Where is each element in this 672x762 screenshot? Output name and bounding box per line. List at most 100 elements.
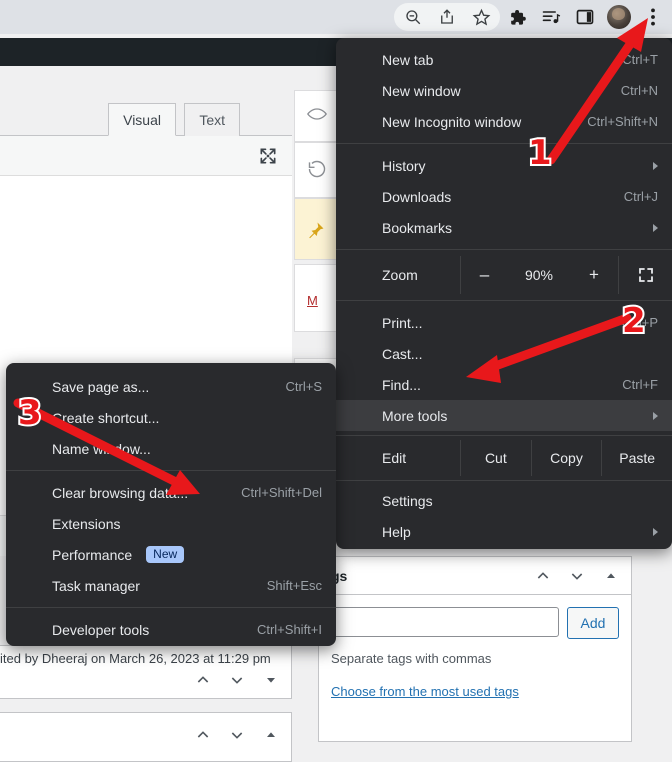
chevron-right-icon [653,223,658,232]
toggle-expand-icon[interactable] [603,568,619,584]
menu-item-help[interactable]: Help [336,516,672,547]
zoom-in-button[interactable]: + [570,256,618,294]
edit-copy-button[interactable]: Copy [530,440,602,476]
menu-item-more-tools[interactable]: More tools [336,400,672,431]
menu-item-accel: Ctrl+P [621,315,658,330]
more-tools-submenu: Save page as... Ctrl+S Create shortcut..… [6,363,336,646]
menu-item-label: New tab [382,51,434,68]
menu-item-settings[interactable]: Settings [336,485,672,516]
zoom-out-icon[interactable] [396,3,430,31]
chevron-right-icon [653,161,658,170]
submenu-item-clear-browsing-data[interactable]: Clear browsing data... Ctrl+Shift+Del [6,477,336,508]
menu-separator [336,143,672,144]
menu-item-accel: Ctrl+F [622,377,658,392]
menu-item-label: New Incognito window [382,113,522,130]
menu-item-new-window[interactable]: New window Ctrl+N [336,75,672,106]
submenu-item-save-page-as[interactable]: Save page as... Ctrl+S [6,371,336,402]
menu-item-label: Print... [382,314,423,331]
menu-item-print[interactable]: Print... Ctrl+P [336,307,672,338]
tag-entry-row: Add [331,607,619,639]
side-panel-icon[interactable] [568,3,602,31]
toggle-collapse-icon[interactable] [263,672,279,688]
extensions-puzzle-icon[interactable] [500,3,534,31]
profile-avatar[interactable] [602,3,636,31]
move-up-icon[interactable] [195,727,211,743]
menu-item-cast[interactable]: Cast... [336,338,672,369]
zoom-label: Zoom [382,267,418,283]
menu-item-label: Developer tools [52,621,150,638]
menu-item-label: Find... [382,376,421,393]
menu-item-label: New window [382,82,461,99]
editor-toolbar [0,136,292,176]
menu-item-history[interactable]: History [336,150,672,181]
menu-item-accel: Ctrl+J [623,189,658,204]
secondary-meta-panel [0,712,292,762]
editor-tab-bar: Visual Text [0,96,292,136]
submenu-item-task-manager[interactable]: Task manager Shift+Esc [6,570,336,601]
submenu-item-performance[interactable]: Performance New [6,539,336,570]
revision-meta-panel: ited by Dheeraj on March 26, 2023 at 11:… [0,645,292,699]
move-up-icon[interactable] [535,568,551,584]
menu-item-label: History [382,157,426,174]
fullscreen-button[interactable] [618,256,672,294]
most-used-tags-link[interactable]: Choose from the most used tags [331,684,519,699]
tab-text[interactable]: Text [184,103,240,136]
tag-input[interactable] [331,607,559,637]
side-card-preview [294,90,338,142]
tab-visual-label: Visual [123,111,161,128]
panel-order-controls-1 [195,672,279,688]
side-card-move-trash: M [294,264,338,332]
toolbar-icon-group [394,0,670,34]
menu-item-new-tab[interactable]: New tab Ctrl+T [336,44,672,75]
menu-item-label: Bookmarks [382,219,453,236]
toolbar-pill-group [394,3,500,31]
menu-item-label: Task manager [52,577,140,594]
menu-item-label: Settings [382,492,433,509]
edit-cut-button[interactable]: Cut [460,440,531,476]
edit-label: Edit [382,450,407,466]
fullscreen-icon [638,268,653,282]
menu-item-label: Downloads [382,188,452,205]
menu-separator [336,480,672,481]
bookmark-star-icon[interactable] [464,3,498,31]
move-up-icon[interactable] [195,672,211,688]
chrome-main-menu: New tab Ctrl+T New window Ctrl+N New Inc… [336,38,672,549]
move-down-icon[interactable] [569,568,585,584]
move-to-trash-link[interactable]: M [307,293,337,308]
panel-order-controls-2 [195,727,279,743]
zoom-out-button[interactable]: – [460,256,508,294]
menu-item-accel: Ctrl+T [622,52,658,67]
move-down-icon[interactable] [229,672,245,688]
menu-item-accel: Shift+Esc [266,578,322,593]
move-down-icon[interactable] [229,727,245,743]
submenu-item-extensions[interactable]: Extensions [6,508,336,539]
share-icon[interactable] [430,3,464,31]
submenu-item-create-shortcut[interactable]: Create shortcut... [6,402,336,433]
minus-icon: – [479,265,490,284]
three-dot-menu-icon[interactable] [636,3,670,31]
menu-item-label: Name window... [52,440,151,457]
menu-separator [336,435,672,436]
menu-item-find[interactable]: Find... Ctrl+F [336,369,672,400]
edit-paste-button[interactable]: Paste [601,440,672,476]
menu-separator [336,249,672,250]
tags-panel-header: gs [319,557,631,595]
tab-visual[interactable]: Visual [108,103,176,136]
menu-separator [6,470,336,471]
submenu-item-developer-tools[interactable]: Developer tools Ctrl+Shift+I [6,614,336,645]
new-badge: New [146,545,185,564]
submenu-item-name-window[interactable]: Name window... [6,433,336,464]
browser-toolbar [0,0,672,34]
media-playlist-icon[interactable] [534,3,568,31]
chevron-right-icon [653,411,658,420]
menu-item-label: Save page as... [52,378,150,395]
menu-item-new-incognito-window[interactable]: New Incognito window Ctrl+Shift+N [336,106,672,137]
menu-item-downloads[interactable]: Downloads Ctrl+J [336,181,672,212]
tab-text-label: Text [199,112,225,128]
fullscreen-expand-icon[interactable] [258,146,278,166]
menu-item-bookmarks[interactable]: Bookmarks [336,212,672,243]
menu-item-accel: Ctrl+S [285,379,322,394]
menu-item-label: Help [382,523,411,540]
toggle-expand-icon[interactable] [263,727,279,743]
add-tag-button[interactable]: Add [567,607,619,639]
